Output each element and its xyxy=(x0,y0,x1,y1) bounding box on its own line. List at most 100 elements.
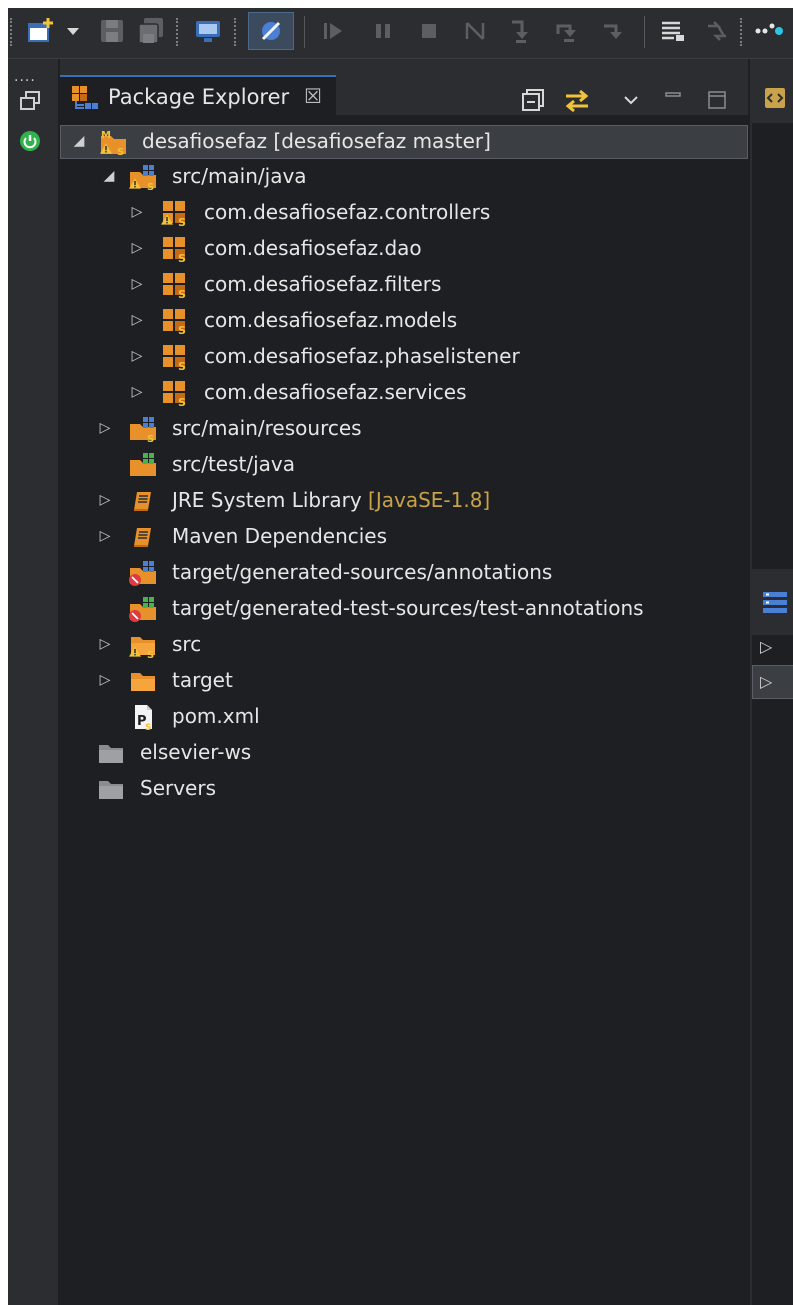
tree-item-pom[interactable]: pom.xml xyxy=(60,700,748,734)
console-icon[interactable] xyxy=(190,16,226,46)
library-name: JRE System Library xyxy=(172,488,362,512)
tree-item-package[interactable]: ▷ com.desafiosefaz.models xyxy=(60,304,748,338)
suspend-icon[interactable] xyxy=(368,16,398,46)
tree-item-package[interactable]: ▷ com.desafiosefaz.controllers xyxy=(60,196,748,230)
drop-to-frame-icon[interactable] xyxy=(656,16,690,46)
new-icon[interactable] xyxy=(24,16,58,46)
skip-breakpoints-icon[interactable] xyxy=(248,12,294,50)
step-into-icon[interactable] xyxy=(506,16,536,46)
tree-item-label: desafiosefaz [desafiosefaz master] xyxy=(142,129,491,153)
step-return-icon[interactable] xyxy=(598,16,628,46)
toolbar-separator xyxy=(176,18,178,46)
use-step-filters-icon[interactable] xyxy=(702,16,732,46)
save-all-icon[interactable] xyxy=(134,16,168,46)
main-toolbar xyxy=(8,8,793,59)
toolbar-divider xyxy=(644,16,645,48)
package-explorer-icon xyxy=(68,83,100,117)
tree-item-label: com.desafiosefaz.dao xyxy=(204,236,422,260)
tree-item-target[interactable]: ▷ target xyxy=(60,664,748,698)
toolbar-divider xyxy=(304,16,305,48)
package-warning-icon xyxy=(161,199,190,227)
minimize-icon[interactable] xyxy=(658,85,688,115)
tree-item-src-test-java[interactable]: src/test/java xyxy=(60,448,748,482)
source-folder-icon xyxy=(129,163,158,191)
tree-item-servers[interactable]: Servers xyxy=(60,772,748,806)
test-source-folder-error-icon xyxy=(129,597,156,622)
tree-item-label: src/main/resources xyxy=(172,416,362,440)
step-over-icon[interactable] xyxy=(552,16,582,46)
view-menu-icon[interactable] xyxy=(616,85,646,115)
expand-arrow-icon[interactable]: ▷ xyxy=(130,347,144,365)
test-source-folder-icon xyxy=(128,451,158,479)
package-icon xyxy=(160,307,190,335)
tree-item-label: src xyxy=(172,632,202,656)
close-tab-icon[interactable]: ☒ xyxy=(304,84,322,108)
save-icon[interactable] xyxy=(96,16,128,46)
xml-editor-icon[interactable] xyxy=(762,85,788,115)
expand-arrow-icon[interactable]: ▷ xyxy=(130,239,144,257)
resume-icon[interactable] xyxy=(318,16,348,46)
tree-item-package[interactable]: ▷ com.desafiosefaz.filters xyxy=(60,268,748,302)
tree-item-label: JRE System Library [JavaSE-1.8] xyxy=(172,488,490,512)
maximize-icon[interactable] xyxy=(702,85,732,115)
closed-project-icon xyxy=(96,739,126,767)
tree-item-package[interactable]: ▷ com.desafiosefaz.dao xyxy=(60,232,748,266)
tab-title: Package Explorer xyxy=(108,85,290,109)
left-trim-stack: ···· xyxy=(8,59,58,1305)
package-icon xyxy=(160,271,190,299)
tree-item-label: com.desafiosefaz.phaselistener xyxy=(204,344,520,368)
expand-arrow-icon[interactable]: ▷ xyxy=(130,311,144,329)
collapse-arrow-icon[interactable]: ◢ xyxy=(72,132,86,150)
tree-item-label: target/generated-sources/annotations xyxy=(172,560,553,584)
tree-item-label: com.desafiosefaz.services xyxy=(204,380,467,404)
svg-text:S: S xyxy=(117,147,124,156)
expand-arrow-icon[interactable]: ▷ xyxy=(760,672,772,691)
tree-item-label: com.desafiosefaz.models xyxy=(204,308,458,332)
expand-arrow-icon[interactable]: ▷ xyxy=(130,275,144,293)
source-folder-icon xyxy=(128,415,158,443)
folder-warning-icon: S xyxy=(129,631,158,659)
tree-item-elsevier-ws[interactable]: elsevier-ws xyxy=(60,736,748,770)
tab-package-explorer[interactable]: Package Explorer ☒ xyxy=(60,75,336,115)
dropdown-arrow-icon[interactable] xyxy=(62,16,84,46)
tree-item-src[interactable]: ▷ S src xyxy=(60,628,748,662)
restore-icon[interactable] xyxy=(18,89,42,117)
folder-icon xyxy=(128,667,158,695)
tree-item-jre-library[interactable]: ▷ JRE System Library [JavaSE-1.8] xyxy=(60,484,748,518)
tree-item-project[interactable]: ◢ M S desafiosefaz [desafiosefaz master] xyxy=(60,125,748,159)
collapse-arrow-icon[interactable]: ◢ xyxy=(102,167,116,185)
tree-item-generated-test-sources[interactable]: target/generated-test-sources/test-annot… xyxy=(60,592,748,626)
expand-arrow-icon[interactable]: ▷ xyxy=(98,527,112,545)
panel-divider xyxy=(752,569,793,579)
toolbar-grip xyxy=(10,18,12,46)
expand-arrow-icon[interactable]: ▷ xyxy=(130,383,144,401)
outline-view-icon[interactable] xyxy=(760,587,790,621)
tree-item-src-main-resources[interactable]: ▷ src/main/resources xyxy=(60,412,748,446)
package-explorer-view: Package Explorer ☒ ◢ M S desafiosefaz [d… xyxy=(60,59,748,1305)
tree-item-generated-sources[interactable]: target/generated-sources/annotations xyxy=(60,556,748,590)
servers-view-icon[interactable] xyxy=(18,129,42,157)
expand-arrow-icon[interactable]: ▷ xyxy=(760,637,772,656)
package-icon xyxy=(160,235,190,263)
tree-item-label: src/test/java xyxy=(172,452,295,476)
expand-arrow-icon[interactable]: ▷ xyxy=(98,491,112,509)
expand-arrow-icon[interactable]: ▷ xyxy=(98,671,112,689)
tree-item-package[interactable]: ▷ com.desafiosefaz.services xyxy=(60,376,748,410)
expand-arrow-icon[interactable]: ▷ xyxy=(98,635,112,653)
toolbar-separator xyxy=(740,18,742,46)
svg-text:M: M xyxy=(101,130,111,141)
tree-item-maven-dependencies[interactable]: ▷ Maven Dependencies xyxy=(60,520,748,554)
tree-item-src-main-java[interactable]: ◢ src/main/java xyxy=(60,160,748,194)
disconnect-icon[interactable] xyxy=(460,16,490,46)
link-with-editor-icon[interactable] xyxy=(560,85,594,115)
trim-grip: ···· xyxy=(14,73,36,89)
tree-item-label: target xyxy=(172,668,233,692)
tree-item-package[interactable]: ▷ com.desafiosefaz.phaselistener xyxy=(60,340,748,374)
perspective-icon[interactable] xyxy=(752,16,792,46)
terminate-icon[interactable] xyxy=(414,16,444,46)
expand-arrow-icon[interactable]: ▷ xyxy=(130,203,144,221)
expand-arrow-icon[interactable]: ▷ xyxy=(98,419,112,437)
collapse-all-icon[interactable] xyxy=(516,85,550,115)
maven-project-icon: M S xyxy=(100,130,126,156)
outline-selected-item[interactable]: ▷ xyxy=(752,665,793,699)
